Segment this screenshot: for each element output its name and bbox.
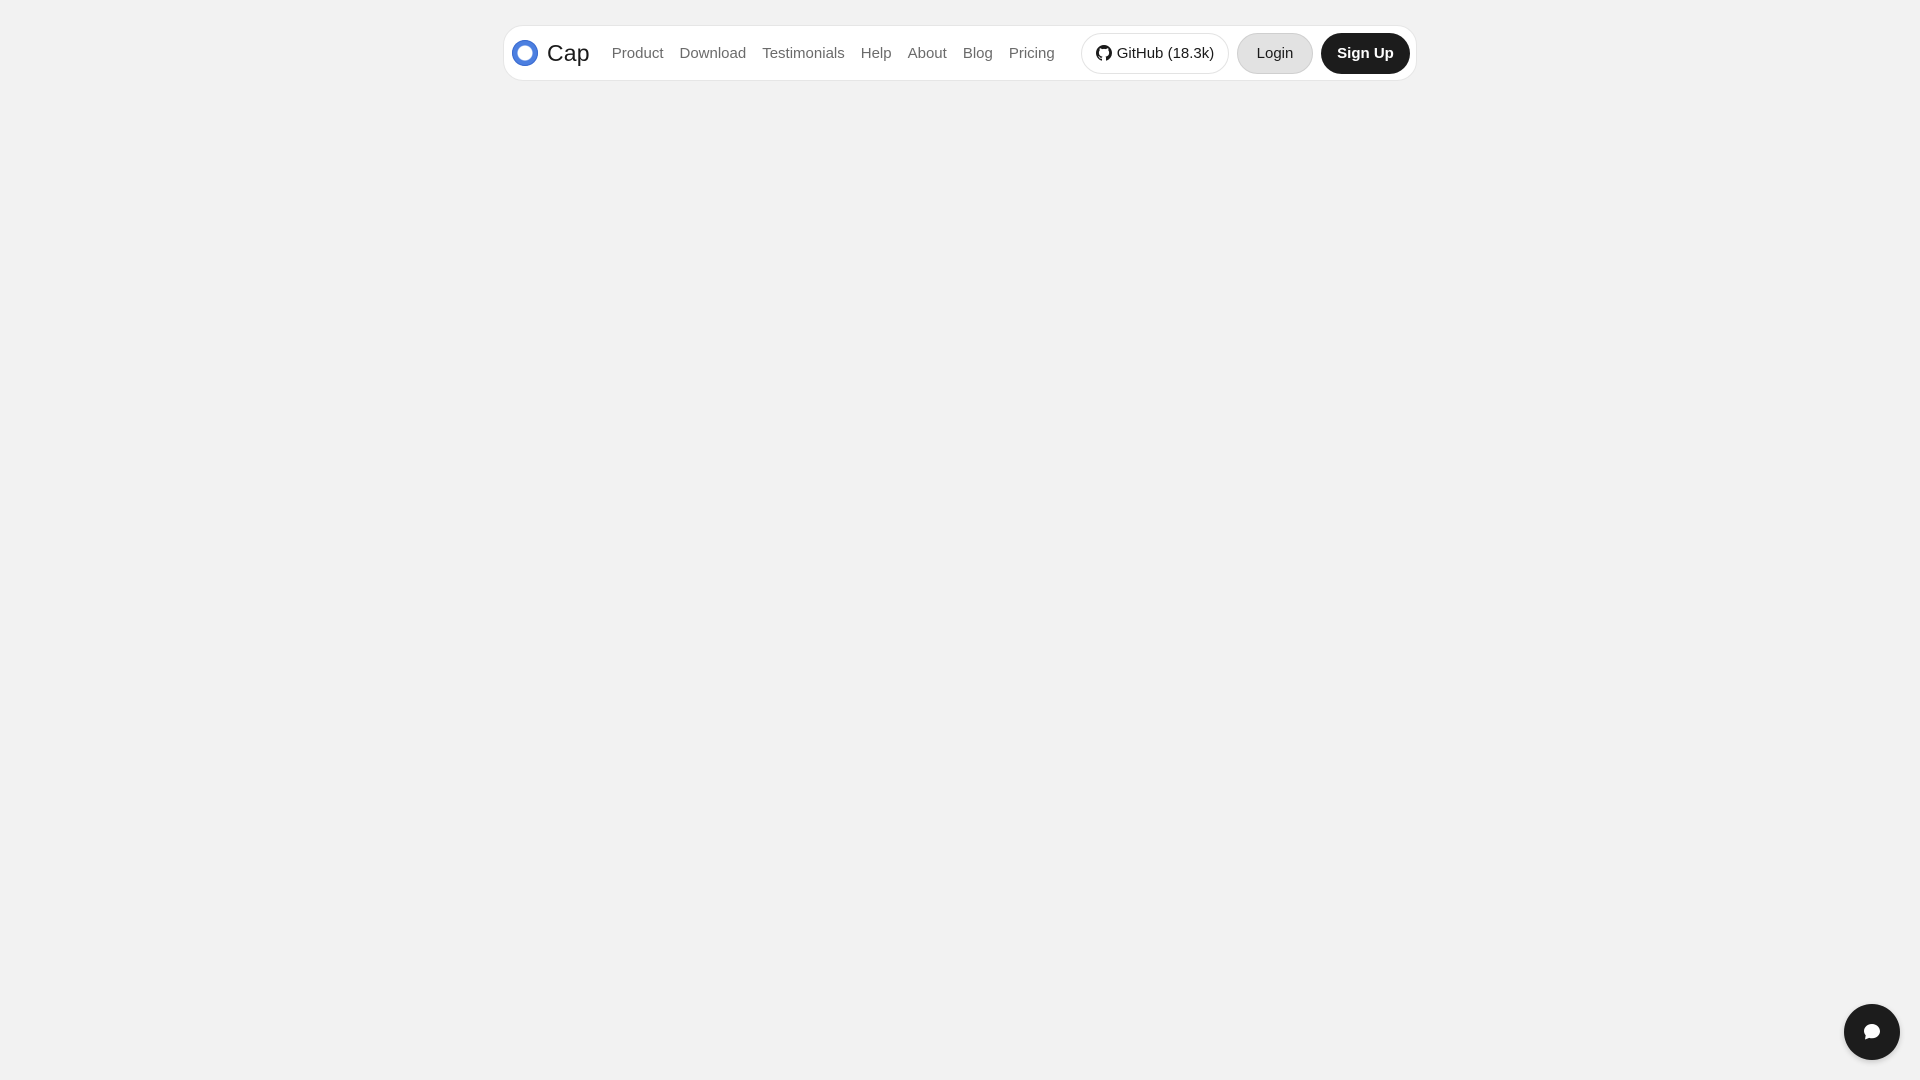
- nav-link-download[interactable]: Download: [680, 45, 747, 62]
- cap-logo-icon: [512, 40, 538, 66]
- chat-bubble-icon: [1864, 1024, 1880, 1040]
- github-button[interactable]: GitHub (18.3k): [1081, 32, 1229, 74]
- signup-button[interactable]: Sign Up: [1321, 32, 1410, 74]
- brand-home-link[interactable]: Cap: [512, 40, 590, 67]
- nav-links: Product Download Testimonials Help About…: [612, 45, 1071, 62]
- page: Cap Product Download Testimonials Help A…: [0, 0, 1920, 1080]
- brand-name: Cap: [547, 39, 590, 66]
- nav-link-about[interactable]: About: [908, 45, 947, 62]
- github-button-label: GitHub (18.3k): [1116, 44, 1215, 62]
- nav-link-pricing[interactable]: Pricing: [1009, 45, 1055, 62]
- github-icon: [1095, 45, 1112, 61]
- signup-button-label: Sign Up: [1337, 44, 1394, 62]
- login-button[interactable]: Login: [1237, 32, 1313, 74]
- nav-actions: GitHub (18.3k) Login Sign Up: [1081, 32, 1410, 74]
- nav-link-help[interactable]: Help: [861, 45, 892, 62]
- nav-link-blog[interactable]: Blog: [963, 45, 993, 62]
- nav-link-product[interactable]: Product: [612, 45, 664, 62]
- login-button-label: Login: [1256, 44, 1294, 62]
- top-navbar: Cap Product Download Testimonials Help A…: [503, 25, 1417, 81]
- nav-link-testimonials[interactable]: Testimonials: [762, 45, 845, 62]
- chat-widget-button[interactable]: [1844, 1004, 1900, 1060]
